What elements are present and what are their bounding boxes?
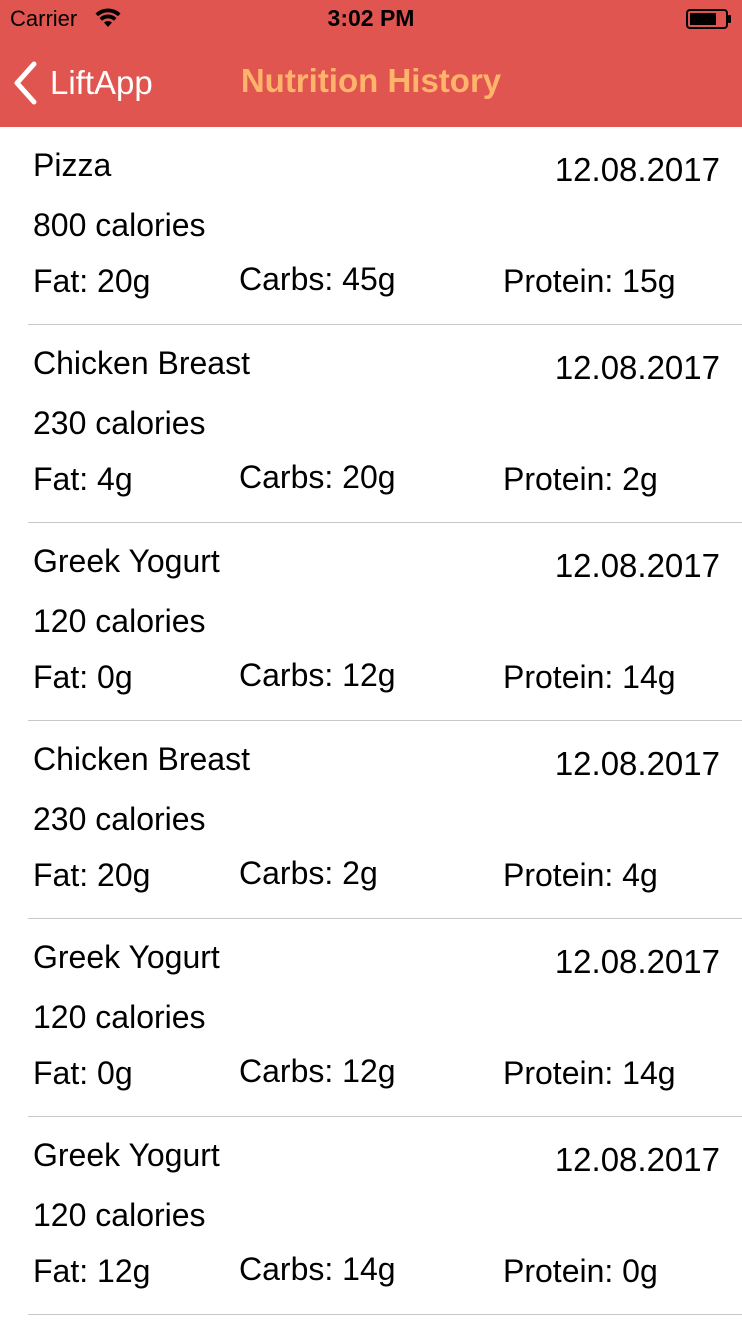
status-time: 3:02 PM xyxy=(327,5,415,31)
entry-date: 12.08.2017 xyxy=(554,943,720,980)
list-item[interactable]: Greek Yogurt 12.08.2017 120 calories Fat… xyxy=(0,523,742,721)
fat-value: Fat: 20g xyxy=(33,263,151,299)
carbs-value: Carbs: 20g xyxy=(239,459,396,495)
calories-value: 120 calories xyxy=(33,1197,206,1233)
status-bar: Carrier 3:02 PM xyxy=(0,0,742,40)
carbs-value: Carbs: 12g xyxy=(239,1053,396,1089)
protein-value: Protein: 2g xyxy=(503,461,658,497)
page-title: Nutrition History xyxy=(0,62,742,100)
protein-value: Protein: 15g xyxy=(503,263,676,299)
entry-date: 12.08.2017 xyxy=(554,151,720,188)
carbs-value: Carbs: 12g xyxy=(239,657,396,693)
protein-value: Protein: 0g xyxy=(503,1253,658,1289)
food-name: Pizza xyxy=(33,147,112,183)
entry-date: 12.08.2017 xyxy=(554,1141,720,1178)
food-name: Greek Yogurt xyxy=(33,939,220,975)
navigation-bar: LiftApp Nutrition History xyxy=(0,40,742,127)
fat-value: Fat: 0g xyxy=(33,1055,133,1091)
calories-value: 230 calories xyxy=(33,405,206,441)
protein-value: Protein: 14g xyxy=(503,1055,676,1091)
list-item[interactable]: Greek Yogurt 12.08.2017 120 calories Fat… xyxy=(0,919,742,1117)
list-item[interactable]: Greek Yogurt 12.08.2017 120 calories Fat… xyxy=(0,1117,742,1315)
food-name: Chicken Breast xyxy=(33,741,250,777)
entry-date: 12.08.2017 xyxy=(554,547,720,584)
carbs-value: Carbs: 45g xyxy=(239,261,396,297)
list-item[interactable]: Chicken Breast 12.08.2017 230 calories F… xyxy=(0,325,742,523)
fat-value: Fat: 12g xyxy=(33,1253,151,1289)
carbs-value: Carbs: 2g xyxy=(239,855,378,891)
calories-value: 230 calories xyxy=(33,801,206,837)
nutrition-history-list[interactable]: Pizza 12.08.2017 800 calories Fat: 20g C… xyxy=(0,127,742,1315)
protein-value: Protein: 14g xyxy=(503,659,676,695)
list-item[interactable]: Chicken Breast 12.08.2017 230 calories F… xyxy=(0,721,742,919)
list-item[interactable]: Pizza 12.08.2017 800 calories Fat: 20g C… xyxy=(0,127,742,325)
fat-value: Fat: 0g xyxy=(33,659,133,695)
entry-date: 12.08.2017 xyxy=(554,745,720,782)
food-name: Chicken Breast xyxy=(33,345,250,381)
calories-value: 120 calories xyxy=(33,603,206,639)
page-title-text: Nutrition History xyxy=(240,62,502,99)
entry-date: 12.08.2017 xyxy=(554,349,720,386)
fat-value: Fat: 4g xyxy=(33,461,133,497)
protein-value: Protein: 4g xyxy=(503,857,658,893)
food-name: Greek Yogurt xyxy=(33,1137,220,1173)
carbs-value: Carbs: 14g xyxy=(239,1251,396,1287)
calories-value: 120 calories xyxy=(33,999,206,1035)
food-name: Greek Yogurt xyxy=(33,543,220,579)
fat-value: Fat: 20g xyxy=(33,857,151,893)
app-header: Carrier 3:02 PM LiftApp Nutrition Histor… xyxy=(0,0,742,127)
battery-icon xyxy=(686,9,731,29)
calories-value: 800 calories xyxy=(33,207,206,243)
